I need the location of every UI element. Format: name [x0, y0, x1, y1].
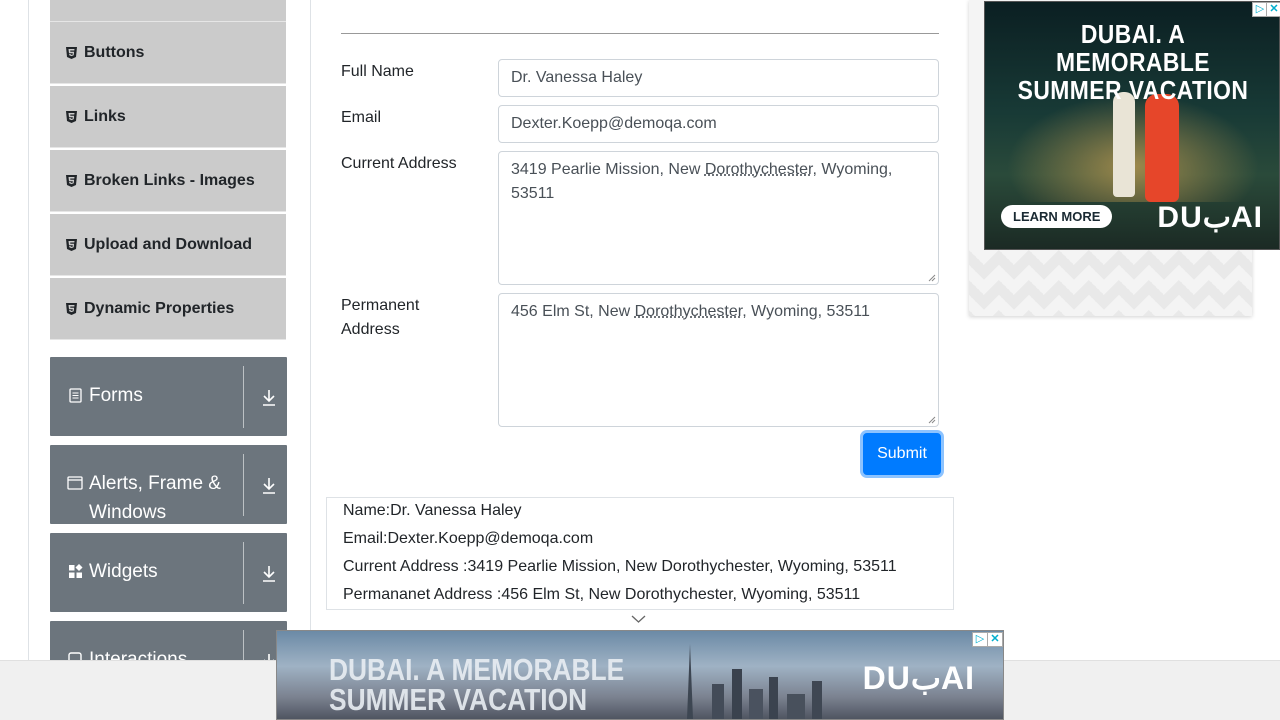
html5-icon: [65, 110, 77, 123]
output-panel: Name:Dr. Vanessa Haley Email:Dexter.Koep…: [326, 497, 954, 610]
submit-button[interactable]: Submit: [863, 433, 941, 475]
spellcheck-word: Dorothychester: [635, 303, 743, 320]
group-separator: [243, 454, 244, 516]
permanent-address-textarea[interactable]: 456 Elm St, New Dorothychester, Wyoming,…: [498, 293, 939, 427]
sidebar-item-dynamic-properties[interactable]: Dynamic Properties: [50, 278, 286, 340]
ad-brand: DUبAI: [863, 659, 975, 697]
group-header: Widgets: [67, 557, 158, 586]
spellcheck-word: Dorothychester: [705, 161, 813, 178]
ad-banner-bottom[interactable]: DUBAI. A MEMORABLE SUMMER VACATION DUبAI: [276, 630, 1004, 720]
sidebar-item-label: Upload and Download: [84, 236, 252, 254]
sidebar-item-broken-links[interactable]: Broken Links - Images: [50, 150, 286, 212]
ad-headline-line-2: SUMMER VACATION: [1003, 76, 1263, 104]
download-icon[interactable]: [260, 388, 278, 408]
html5-icon: [65, 46, 77, 59]
email-input[interactable]: Dexter.Koepp@demoqa.com: [498, 105, 939, 143]
permanent-address-label-line-1: Permanent: [341, 297, 419, 314]
adchoices-icon[interactable]: ▷: [972, 632, 988, 647]
group-widgets[interactable]: Widgets: [50, 533, 287, 612]
download-icon[interactable]: [260, 564, 278, 584]
output-permanent-address: Permananet Address :456 Elm St, New Doro…: [343, 585, 860, 605]
chevron-down-icon[interactable]: [631, 614, 646, 624]
html5-icon: [65, 238, 77, 251]
ad-banner-top[interactable]: DUBAI. A MEMORABLE SUMMER VACATION LEARN…: [984, 1, 1280, 250]
sidebar-item-label: Dynamic Properties: [84, 300, 234, 318]
ad-headline-line-1: DUBAI. A MEMORABLE: [329, 655, 624, 685]
current-address-textarea[interactable]: 3419 Pearlie Mission, New Dorothychester…: [498, 151, 939, 285]
close-icon[interactable]: ✕: [1266, 2, 1280, 17]
html5-icon: [65, 174, 77, 187]
left-divider: [28, 0, 29, 660]
output-name: Name:Dr. Vanessa Haley: [343, 501, 521, 521]
sidebar-item-buttons[interactable]: Buttons: [50, 22, 286, 84]
permanent-address-label-line-2: Address: [341, 321, 400, 338]
ad-panel-pattern: [969, 250, 1252, 316]
group-forms[interactable]: Forms: [50, 357, 287, 436]
ad-image-person: [1113, 92, 1135, 197]
main-divider: [310, 0, 311, 660]
group-header: Alerts, Frame & Windows: [67, 469, 221, 527]
sidebar-item-label: Links: [84, 108, 126, 126]
current-address-text: 3419 Pearlie Mission, New: [511, 161, 705, 178]
sidebar-item-label: Buttons: [84, 44, 144, 62]
output-current-address: Current Address :3419 Pearlie Mission, N…: [343, 557, 897, 577]
group-separator: [243, 366, 244, 428]
ad-headline: DUBAI. A MEMORABLE SUMMER VACATION: [1003, 20, 1263, 104]
resize-handle-icon[interactable]: [928, 416, 936, 424]
page: Buttons Links Broken Links - Images Uplo…: [0, 0, 1280, 720]
sidebar-item-previous[interactable]: [50, 0, 286, 22]
window-icon: [67, 475, 83, 491]
ad-headline: DUBAI. A MEMORABLE SUMMER VACATION: [329, 655, 624, 715]
sidebar-item-links[interactable]: Links: [50, 86, 286, 148]
download-icon[interactable]: [260, 476, 278, 496]
output-email: Email:Dexter.Koepp@demoqa.com: [343, 529, 593, 549]
full-name-input[interactable]: Dr. Vanessa Haley: [498, 59, 939, 97]
permanent-address-text: 456 Elm St, New: [511, 303, 635, 320]
close-icon[interactable]: ✕: [987, 632, 1003, 647]
ad-headline-line-1: DUBAI. A MEMORABLE: [1003, 20, 1263, 76]
resize-handle-icon[interactable]: [928, 274, 936, 282]
group-header: Forms: [67, 381, 143, 410]
ad-image-person: [1145, 94, 1179, 202]
ad-headline-line-2: SUMMER VACATION: [329, 685, 624, 715]
form-icon: [67, 387, 83, 403]
group-label: Forms: [89, 381, 143, 410]
email-label: Email: [341, 106, 381, 130]
permanent-address-label: Permanent Address: [341, 294, 419, 342]
ad-brand: DUبAI: [1157, 200, 1263, 235]
sidebar-item-upload-download[interactable]: Upload and Download: [50, 214, 286, 276]
group-label-line-2: Windows: [89, 498, 221, 527]
full-name-label: Full Name: [341, 60, 414, 84]
widgets-icon: [67, 563, 83, 579]
group-label: Alerts, Frame & Windows: [89, 469, 221, 527]
permanent-address-text-end: , Wyoming, 53511: [742, 303, 870, 320]
form-top-rule: [341, 33, 939, 34]
group-separator: [243, 542, 244, 604]
current-address-label: Current Address: [341, 152, 457, 176]
group-label-line-1: Alerts, Frame &: [89, 469, 221, 498]
ad-skyline: [657, 639, 847, 719]
group-label: Widgets: [89, 557, 158, 586]
email-value: Dexter.Koepp@demoqa.com: [511, 115, 717, 132]
group-alerts-frame-windows[interactable]: Alerts, Frame & Windows: [50, 445, 287, 524]
html5-icon: [65, 302, 77, 315]
learn-more-button[interactable]: LEARN MORE: [1001, 205, 1112, 228]
full-name-value: Dr. Vanessa Haley: [511, 69, 642, 86]
sidebar-item-label: Broken Links - Images: [84, 172, 255, 190]
